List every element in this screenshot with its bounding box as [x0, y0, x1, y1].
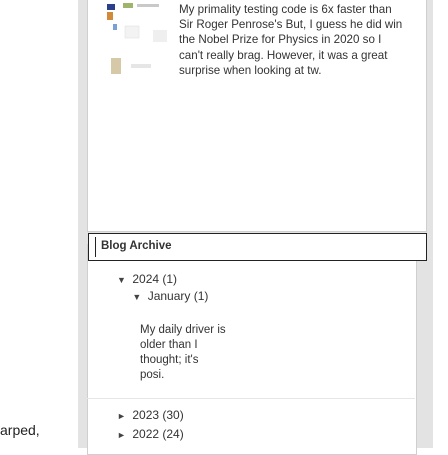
archive-year-label[interactable]: 2024 (1) — [132, 272, 177, 286]
archive-year-label[interactable]: 2023 (30) — [132, 408, 183, 422]
archive-year-2023[interactable]: ► 2023 (30) — [117, 408, 184, 422]
archive-month-january[interactable]: ▼ January (1) — [117, 289, 208, 303]
archive-year-label[interactable]: 2022 (24) — [132, 427, 183, 441]
post-line[interactable]: thought; it's — [134, 353, 254, 368]
archive-year-2022[interactable]: ► 2022 (24) — [117, 427, 184, 441]
left-page-edge — [0, 0, 78, 448]
post-line[interactable]: My daily driver is — [134, 323, 254, 338]
archive-year-2024[interactable]: ▼ 2024 (1) — [117, 272, 177, 286]
post-line[interactable]: older than I — [134, 338, 254, 353]
expanded-triangle-icon[interactable]: ▼ — [132, 292, 144, 302]
collapsed-triangle-icon[interactable]: ► — [117, 430, 129, 440]
blog-archive-title: Blog Archive — [101, 240, 172, 252]
collapsed-triangle-icon[interactable]: ► — [117, 411, 129, 421]
post-line[interactable]: posi. — [134, 368, 254, 383]
archive-post-link[interactable]: My daily driver is older than I thought;… — [134, 323, 254, 383]
archive-month-label[interactable]: January (1) — [148, 289, 209, 303]
divider — [87, 398, 415, 399]
blog-archive-header: Blog Archive — [88, 233, 427, 261]
title-bar-divider — [95, 237, 96, 257]
post-snippet-text[interactable]: My primality testing code is 6x faster t… — [103, 2, 405, 102]
truncated-text: arped, — [0, 422, 40, 438]
expanded-triangle-icon[interactable]: ▼ — [117, 275, 129, 285]
